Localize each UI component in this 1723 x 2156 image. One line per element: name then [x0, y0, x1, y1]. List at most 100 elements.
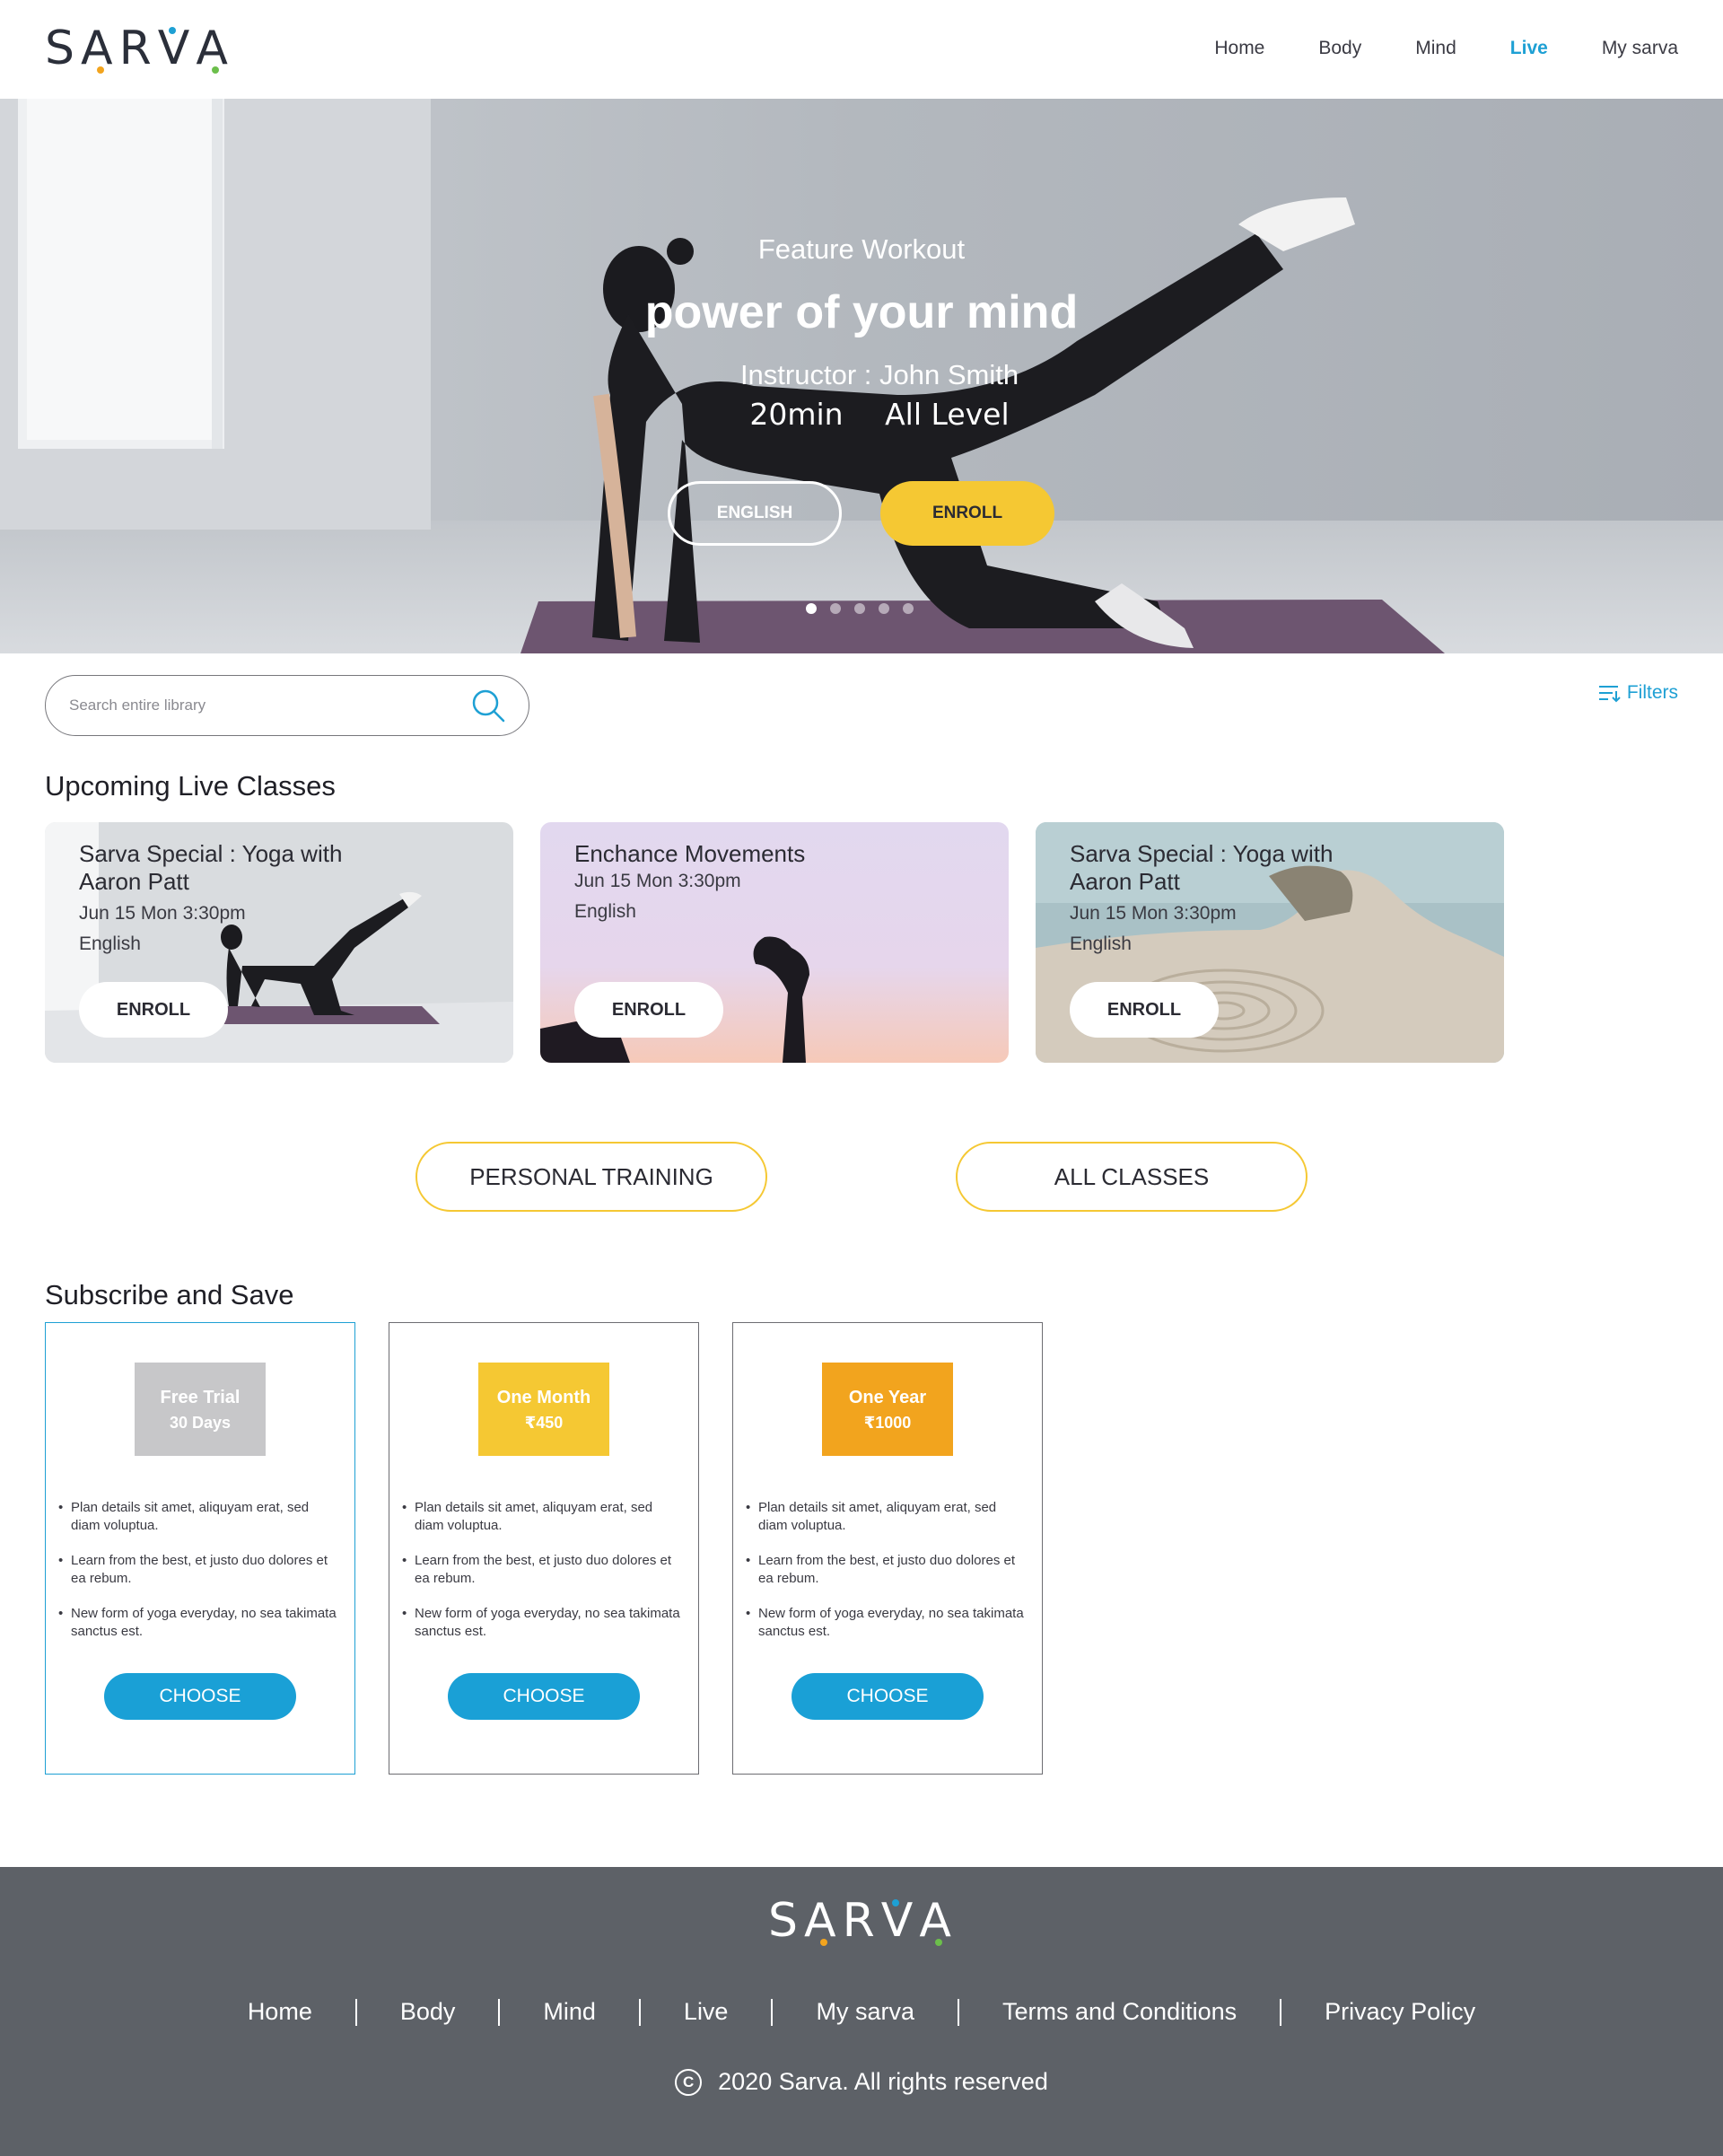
divider — [1280, 1998, 1282, 2026]
choose-button[interactable]: CHOOSE — [448, 1673, 640, 1720]
plan-price: ₹450 — [524, 1414, 564, 1432]
choose-button[interactable]: CHOOSE — [104, 1673, 296, 1720]
divider — [498, 1998, 501, 2026]
footer-links: Home Body Mind Live My sarva Terms and C… — [0, 1998, 1723, 2026]
plan-price: 30 Days — [169, 1414, 232, 1432]
carousel-dot[interactable] — [830, 603, 841, 614]
logo-dot-blue — [168, 27, 176, 34]
plan-badge: One Month ₹450 — [478, 1363, 609, 1456]
plan-feature: Learn from the best, et justo duo dolore… — [746, 1552, 1024, 1588]
language-button[interactable]: ENGLISH — [668, 481, 842, 546]
copyright-icon: C — [675, 2068, 703, 2096]
carousel-dot[interactable] — [903, 603, 914, 614]
logo-dot-orange — [820, 1939, 828, 1946]
footer-link-live[interactable]: Live — [684, 1998, 729, 2026]
plan-feature: New form of yoga everyday, no sea takima… — [402, 1605, 680, 1641]
footer-link-my-sarva[interactable]: My sarva — [816, 1998, 914, 2026]
hero-instructor: Instructor : John Smith — [739, 359, 1019, 390]
plan-feature: New form of yoga everyday, no sea takima… — [58, 1605, 337, 1641]
class-datetime: Jun 15 Mon 3:30pm — [79, 903, 246, 924]
footer-link-privacy[interactable]: Privacy Policy — [1325, 1998, 1475, 2026]
search-input[interactable] — [69, 676, 446, 735]
site-footer: SARVA Home Body Mind Live My sarva Terms… — [0, 1867, 1723, 2156]
class-datetime: Jun 15 Mon 3:30pm — [574, 871, 741, 891]
personal-training-button[interactable]: PERSONAL TRAINING — [415, 1142, 767, 1212]
class-title: Enchance Movements — [574, 840, 806, 867]
plan-features: Plan details sit amet, aliquyam erat, se… — [58, 1499, 337, 1658]
class-language: English — [79, 933, 141, 954]
class-card[interactable]: Sarva Special : Yoga with Aaron Patt Jun… — [1036, 822, 1504, 1063]
carousel-dot[interactable] — [879, 603, 889, 614]
class-title: Sarva Special : Yoga with Aaron Patt — [1070, 840, 1334, 895]
nav-home[interactable]: Home — [1214, 34, 1264, 63]
divider — [957, 1998, 959, 2026]
divider — [354, 1998, 357, 2026]
nav-body[interactable]: Body — [1318, 34, 1361, 63]
plan-name: Free Trial — [160, 1388, 241, 1407]
plan-feature: Learn from the best, et justo duo dolore… — [58, 1552, 337, 1588]
plan-name: One Month — [496, 1388, 591, 1407]
plan-features: Plan details sit amet, aliquyam erat, se… — [402, 1499, 680, 1658]
logo-dot-green — [212, 66, 220, 74]
footer-logo[interactable]: SARVA — [768, 1897, 958, 1946]
footer-link-home[interactable]: Home — [248, 1998, 312, 2026]
plan-badge: One Year ₹1000 — [822, 1363, 953, 1456]
choose-button[interactable]: CHOOSE — [792, 1673, 984, 1720]
filter-icon — [1598, 686, 1621, 703]
divider — [771, 1998, 774, 2026]
site-header: SARVA Home Body Mind Live My sarva — [0, 0, 1723, 99]
carousel-dots — [806, 603, 914, 614]
class-card[interactable]: Sarva Special : Yoga with Aaron Patt Jun… — [45, 822, 513, 1063]
plan-card-one-month[interactable]: One Month ₹450 Plan details sit amet, al… — [389, 1322, 699, 1775]
copyright-text: 2020 Sarva. All rights reserved — [718, 2068, 1048, 2095]
subscribe-title: Subscribe and Save — [45, 1279, 294, 1310]
main-nav: Home Body Mind Live My sarva — [1160, 34, 1678, 63]
filters-label: Filters — [1626, 682, 1678, 703]
carousel-dot[interactable] — [806, 603, 817, 614]
class-datetime: Jun 15 Mon 3:30pm — [1070, 903, 1237, 924]
plan-feature: Plan details sit amet, aliquyam erat, se… — [746, 1499, 1024, 1535]
plan-price: ₹1000 — [863, 1414, 912, 1432]
class-card[interactable]: Enchance Movements Jun 15 Mon 3:30pm Eng… — [540, 822, 1009, 1063]
class-enroll-button[interactable]: ENROLL — [574, 982, 723, 1038]
nav-my-sarva[interactable]: My sarva — [1602, 34, 1678, 63]
footer-link-body[interactable]: Body — [400, 1998, 456, 2026]
plan-card-free-trial[interactable]: Free Trial 30 Days Plan details sit amet… — [45, 1322, 355, 1775]
class-language: English — [1070, 933, 1132, 954]
logo-dot-green — [935, 1939, 943, 1946]
plan-features: Plan details sit amet, aliquyam erat, se… — [746, 1499, 1024, 1658]
hero-duration: 20min — [749, 397, 844, 432]
search-icon[interactable] — [471, 688, 507, 724]
plan-card-one-year[interactable]: One Year ₹1000 Plan details sit amet, al… — [732, 1322, 1043, 1775]
hero-level: All Level — [885, 397, 1010, 432]
class-enroll-button[interactable]: ENROLL — [1070, 982, 1219, 1038]
divider — [638, 1998, 641, 2026]
plan-feature: Plan details sit amet, aliquyam erat, se… — [402, 1499, 680, 1535]
all-classes-button[interactable]: ALL CLASSES — [956, 1142, 1308, 1212]
logo-dot-blue — [891, 1899, 899, 1906]
hero-meta: 20min All Level — [0, 397, 1723, 432]
plan-feature: Plan details sit amet, aliquyam erat, se… — [58, 1499, 337, 1535]
class-title: Sarva Special : Yoga with Aaron Patt — [79, 840, 343, 895]
class-language: English — [574, 901, 636, 922]
plan-feature: Learn from the best, et justo duo dolore… — [402, 1552, 680, 1588]
logo-dot-orange — [97, 66, 105, 74]
footer-link-mind[interactable]: Mind — [543, 1998, 596, 2026]
nav-mind[interactable]: Mind — [1415, 34, 1456, 63]
nav-live[interactable]: Live — [1510, 34, 1548, 63]
class-enroll-button[interactable]: ENROLL — [79, 982, 228, 1038]
hero-enroll-button[interactable]: ENROLL — [880, 481, 1054, 546]
copyright: C 2020 Sarva. All rights reserved — [0, 2068, 1723, 2096]
carousel-dot[interactable] — [854, 603, 865, 614]
hero-eyebrow: Feature Workout — [757, 233, 966, 265]
plan-feature: New form of yoga everyday, no sea takima… — [746, 1605, 1024, 1641]
plan-name: One Year — [848, 1388, 927, 1407]
hero-title: power of your mind — [644, 286, 1079, 338]
footer-link-terms[interactable]: Terms and Conditions — [1002, 1998, 1237, 2026]
filters-button[interactable]: Filters — [1598, 682, 1678, 704]
upcoming-title: Upcoming Live Classes — [45, 770, 336, 802]
plan-badge: Free Trial 30 Days — [135, 1363, 266, 1456]
search-bar — [45, 675, 529, 736]
sarva-logo[interactable]: SARVA — [45, 25, 234, 74]
hero-banner: Feature Workout power of your mind Instr… — [0, 99, 1723, 653]
